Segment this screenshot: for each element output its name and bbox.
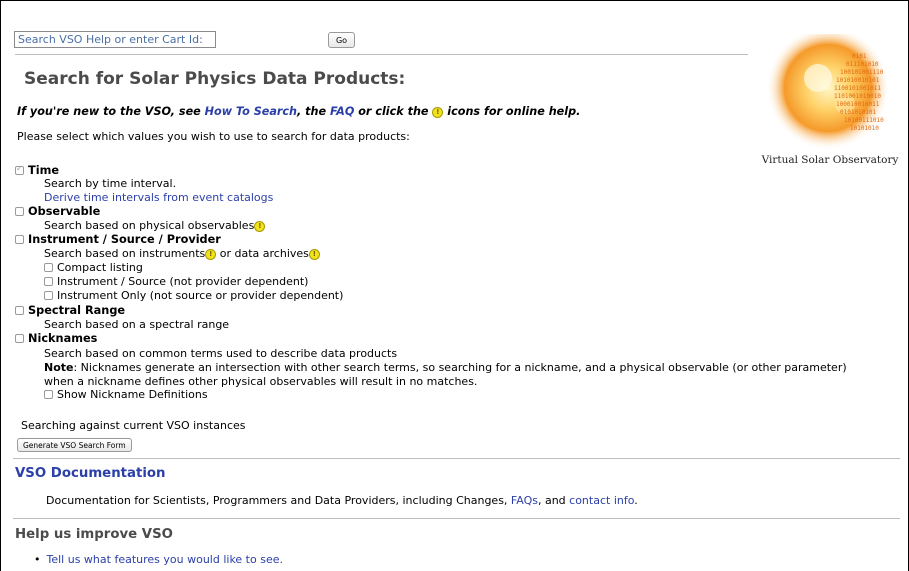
instrument-source-option[interactable]: Instrument / Source (not provider depend… xyxy=(44,275,308,288)
svg-text:0101: 0101 xyxy=(852,53,867,60)
instrument-desc-row: Search based on instruments! or data arc… xyxy=(44,247,320,260)
spectral-label: Spectral Range xyxy=(28,304,126,317)
logo-caption: Virtual Solar Observatory xyxy=(761,154,899,166)
doc-text-mid: , and xyxy=(537,494,570,507)
compact-listing-label: Compact listing xyxy=(57,261,143,274)
observable-desc-row: Search based on physical observables! xyxy=(44,219,266,232)
spectral-checkbox[interactable] xyxy=(15,306,24,315)
instrument-checkbox[interactable] xyxy=(15,235,24,244)
nicknames-desc: Search based on common terms used to des… xyxy=(44,347,398,360)
divider-improve xyxy=(13,518,900,519)
spectral-desc: Search based on a spectral range xyxy=(44,318,230,331)
help-improve-heading: Help us improve VSO xyxy=(15,527,173,542)
svg-text:10101010: 10101010 xyxy=(850,125,879,132)
instrument-only-label: Instrument Only (not source or provider … xyxy=(57,289,344,302)
show-nickname-defs-checkbox[interactable] xyxy=(44,390,53,399)
list-item: Tell us what features you would like to … xyxy=(34,553,283,566)
observable-checkbox[interactable] xyxy=(15,207,24,216)
observable-label: Observable xyxy=(28,205,101,218)
show-nickname-defs-option[interactable]: Show Nickname Definitions xyxy=(44,388,208,401)
generate-search-form-button[interactable]: Generate VSO Search Form xyxy=(17,438,132,452)
derive-time-intervals-link[interactable]: Derive time intervals from event catalog… xyxy=(44,191,273,204)
svg-text:10100111010: 10100111010 xyxy=(844,117,884,124)
intro-prefix: If you're new to the VSO, see xyxy=(17,105,205,118)
intro-mid: , the xyxy=(297,105,330,118)
window-border-left xyxy=(0,0,1,571)
instrument-source-checkbox[interactable] xyxy=(44,277,53,286)
how-to-search-link[interactable]: How To Search xyxy=(205,105,297,118)
intro-line: If you're new to the VSO, see How To Sea… xyxy=(17,105,580,118)
option-time[interactable]: Time xyxy=(15,164,59,177)
svg-text:011101010: 011101010 xyxy=(846,61,879,68)
contact-info-link[interactable]: contact info xyxy=(569,494,634,507)
faqs-link[interactable]: FAQs xyxy=(511,494,538,507)
archives-help-icon[interactable]: ! xyxy=(308,249,320,260)
instrument-only-checkbox[interactable] xyxy=(44,291,53,300)
svg-text:1100101001011: 1100101001011 xyxy=(834,85,881,92)
instances-text: Searching against current VSO instances xyxy=(21,419,246,432)
nicknames-note-line2: when a nickname defines other physical o… xyxy=(44,375,478,388)
instrument-desc-prefix: Search based on instruments xyxy=(44,247,206,260)
note-label: Note xyxy=(44,361,74,374)
select-prompt: Please select which values you wish to u… xyxy=(17,130,410,143)
help-search-input[interactable] xyxy=(14,31,216,48)
divider-documentation xyxy=(13,458,900,459)
option-observable[interactable]: Observable xyxy=(15,205,100,218)
svg-text:100101001110: 100101001110 xyxy=(840,69,884,76)
nicknames-note-line1: Note: Nicknames generate an intersection… xyxy=(44,361,894,374)
go-button[interactable]: Go xyxy=(328,32,355,48)
time-link-row: Derive time intervals from event catalog… xyxy=(44,191,273,204)
documentation-text: Documentation for Scientists, Programmer… xyxy=(46,494,638,507)
vso-sun-logo: 0101 011101010 100101001110 101010010101… xyxy=(766,34,890,150)
improve-list: Tell us what features you would like to … xyxy=(34,553,283,569)
option-instrument[interactable]: Instrument / Source / Provider xyxy=(15,233,221,246)
intro-suffix: icons for online help. xyxy=(443,105,581,118)
show-nickname-defs-label: Show Nickname Definitions xyxy=(57,388,208,401)
feature-request-link[interactable]: Tell us what features you would like to … xyxy=(47,553,283,566)
instrument-desc-mid: or data archives xyxy=(216,247,309,260)
compact-listing-checkbox[interactable] xyxy=(44,263,53,272)
page-title: Search for Solar Physics Data Products: xyxy=(24,69,406,89)
vso-documentation-heading: VSO Documentation xyxy=(15,466,166,481)
doc-text-prefix: Documentation for Scientists, Programmer… xyxy=(46,494,511,507)
time-desc: Search by time interval. xyxy=(44,177,177,190)
observable-help-icon[interactable]: ! xyxy=(254,221,266,232)
option-spectral-range[interactable]: Spectral Range xyxy=(15,304,125,317)
svg-text:100010010011: 100010010011 xyxy=(836,101,880,108)
note-text-1: : Nicknames generate an intersection wit… xyxy=(73,361,847,374)
nicknames-checkbox[interactable] xyxy=(15,334,24,343)
help-info-icon: ! xyxy=(432,107,444,118)
instrument-only-option[interactable]: Instrument Only (not source or provider … xyxy=(44,289,343,302)
faq-link[interactable]: FAQ xyxy=(330,105,354,118)
nicknames-label: Nicknames xyxy=(28,332,98,345)
instrument-label: Instrument / Source / Provider xyxy=(28,233,221,246)
time-label: Time xyxy=(28,164,60,177)
instrument-help-icon[interactable]: ! xyxy=(205,249,217,260)
observable-desc: Search based on physical observables xyxy=(44,219,255,232)
svg-text:101010010101: 101010010101 xyxy=(836,77,880,84)
svg-text:1101001010010: 1101001010010 xyxy=(834,93,881,100)
instrument-source-label: Instrument / Source (not provider depend… xyxy=(57,275,309,288)
option-nicknames[interactable]: Nicknames xyxy=(15,332,97,345)
doc-text-suffix: . xyxy=(634,494,638,507)
window-border-top xyxy=(0,0,909,1)
compact-listing-option[interactable]: Compact listing xyxy=(44,261,143,274)
time-checkbox[interactable] xyxy=(15,164,24,175)
intro-mid2: or click the xyxy=(354,105,433,118)
top-divider xyxy=(15,54,748,55)
svg-text:0101010101: 0101010101 xyxy=(840,109,877,116)
